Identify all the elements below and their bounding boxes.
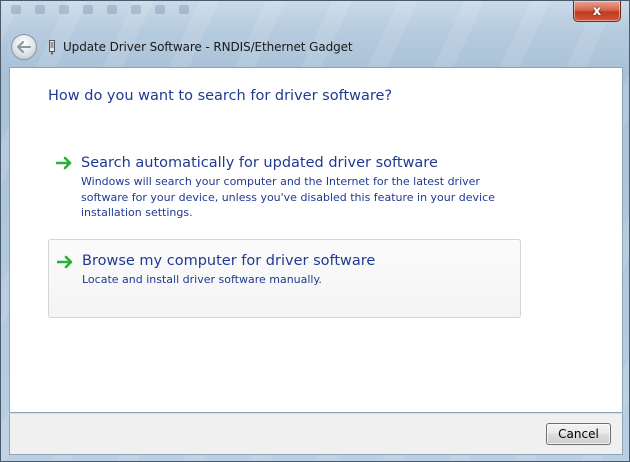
browse-computer-option[interactable]: Browse my computer for driver software L…: [48, 239, 521, 318]
close-icon: x: [592, 3, 602, 19]
wizard-footer: Cancel: [9, 413, 623, 455]
blurred-icon: [59, 4, 69, 14]
close-button[interactable]: x: [573, 1, 621, 22]
wizard-content: How do you want to search for driver sof…: [9, 67, 623, 413]
option-title: Browse my computer for driver software: [82, 253, 376, 269]
wizard-header: Update Driver Software - RNDIS/Ethernet …: [9, 31, 623, 63]
blurred-icon: [107, 4, 117, 14]
option-description: Windows will search your computer and th…: [81, 175, 495, 219]
cancel-button[interactable]: Cancel: [546, 423, 611, 445]
back-arrow-icon: [17, 41, 31, 53]
title-bar[interactable]: x: [1, 1, 629, 25]
page-question: How do you want to search for driver sof…: [48, 88, 393, 104]
green-arrow-icon: [57, 255, 73, 269]
blurred-icon: [11, 4, 21, 14]
back-button[interactable]: [11, 34, 37, 60]
green-arrow-icon: [56, 156, 72, 170]
blurred-icon: [155, 4, 165, 14]
option-description: Locate and install driver software manua…: [82, 273, 322, 286]
update-driver-window: x Update Driver Software - RNDIS/Etherne…: [0, 0, 630, 462]
option-title: Search automatically for updated driver …: [81, 155, 438, 171]
blurred-icon: [35, 4, 45, 14]
blurred-icon: [179, 4, 189, 14]
background-taskbar-icons: [1, 1, 271, 17]
blurred-icon: [131, 4, 141, 14]
search-automatically-option[interactable]: Search automatically for updated driver …: [48, 145, 521, 219]
blurred-icon: [83, 4, 93, 14]
window-title: Update Driver Software - RNDIS/Ethernet …: [63, 40, 353, 54]
device-icon: [47, 39, 57, 55]
